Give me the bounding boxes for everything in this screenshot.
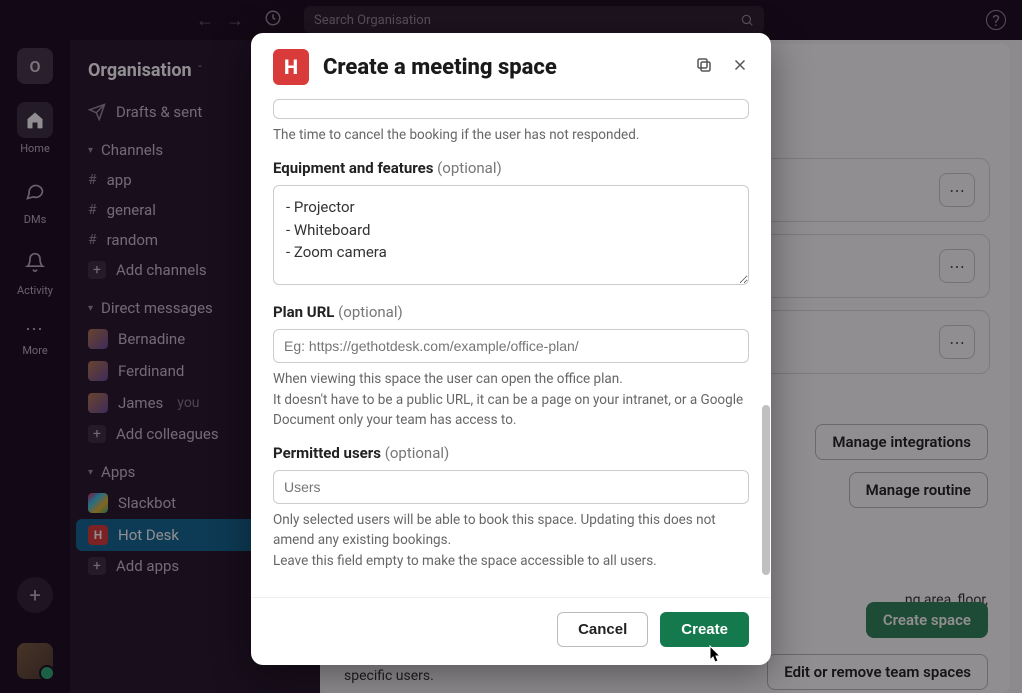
hotdesk-logo-icon: H (273, 49, 309, 85)
modal-title: Create a meeting space (323, 55, 557, 80)
users-helper: Only selected users will be able to book… (273, 510, 749, 571)
plan-helper: When viewing this space the user can ope… (273, 369, 749, 430)
permitted-users-label: Permitted users (optional) (273, 444, 749, 462)
equipment-textarea[interactable] (273, 185, 749, 285)
cancel-button[interactable]: Cancel (557, 612, 648, 647)
copy-icon[interactable] (695, 56, 713, 78)
scrollbar[interactable] (762, 405, 770, 575)
plan-url-label: Plan URL (optional) (273, 303, 749, 321)
create-button[interactable]: Create (660, 612, 749, 647)
plan-url-input[interactable] (273, 329, 749, 363)
permitted-users-input[interactable] (273, 470, 749, 504)
time-input[interactable] (273, 99, 749, 119)
modal-footer: Cancel Create (251, 597, 771, 665)
equipment-label: Equipment and features (optional) (273, 159, 749, 177)
modal-header: H Create a meeting space (251, 33, 771, 99)
time-helper: The time to cancel the booking if the us… (273, 125, 749, 145)
close-icon[interactable] (731, 56, 749, 78)
modal-body: The time to cancel the booking if the us… (251, 99, 771, 597)
create-meeting-space-modal: H Create a meeting space The time to can… (251, 33, 771, 665)
